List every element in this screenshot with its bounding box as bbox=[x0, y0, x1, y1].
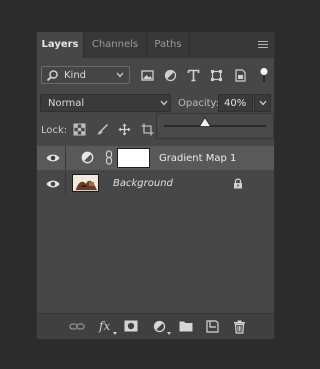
layer-filter-row: Kind bbox=[37, 65, 274, 87]
opacity-slider-thumb[interactable] bbox=[199, 117, 211, 127]
chevron-down-icon bbox=[160, 100, 168, 106]
opacity-slider-popup bbox=[156, 113, 274, 139]
lock-transparent-pixels-icon[interactable] bbox=[73, 123, 86, 136]
opacity-dropdown-button[interactable] bbox=[254, 94, 271, 112]
search-icon bbox=[46, 70, 58, 82]
layer-name[interactable]: Background bbox=[113, 178, 173, 189]
link-chain-icon[interactable] bbox=[105, 150, 113, 165]
layer-style-icon[interactable]: fx bbox=[99, 319, 110, 333]
layers-panel: Layers Channels Paths Kind Normal Opacit… bbox=[36, 31, 275, 339]
filter-kind-select[interactable]: Kind bbox=[41, 66, 130, 84]
adjustment-filter-icon[interactable] bbox=[164, 69, 177, 82]
opacity-input[interactable]: 40% bbox=[218, 94, 253, 112]
eye-icon[interactable] bbox=[46, 153, 60, 163]
type-filter-icon[interactable] bbox=[187, 69, 200, 82]
shape-filter-icon[interactable] bbox=[210, 69, 223, 82]
lock-position-icon[interactable] bbox=[118, 123, 131, 136]
blend-mode-value: Normal bbox=[48, 98, 85, 109]
image-filter-icon[interactable] bbox=[141, 69, 154, 82]
lock-image-pixels-icon[interactable] bbox=[96, 123, 109, 136]
layer-row-gradient-map[interactable]: Gradient Map 1 bbox=[37, 146, 274, 170]
lock-artboard-icon[interactable] bbox=[141, 123, 154, 136]
blend-opacity-row: Normal Opacity: 40% bbox=[37, 94, 274, 114]
add-mask-icon[interactable] bbox=[124, 320, 138, 332]
panel-tab-bar: Layers Channels Paths bbox=[37, 32, 274, 58]
filter-toggle-icon[interactable] bbox=[259, 67, 269, 83]
lock-icon[interactable] bbox=[233, 178, 243, 189]
eye-icon[interactable] bbox=[46, 179, 60, 189]
layer-mask-thumbnail[interactable] bbox=[117, 148, 150, 168]
opacity-slider-track[interactable] bbox=[164, 125, 266, 127]
new-adjustment-layer-icon[interactable] bbox=[153, 320, 167, 334]
adjustment-layer-icon[interactable] bbox=[81, 151, 94, 164]
layer-style-submenu-icon bbox=[113, 332, 117, 335]
layers-bottom-bar: fx bbox=[37, 313, 274, 339]
tab-channels[interactable]: Channels bbox=[84, 32, 146, 58]
lock-row: Lock: bbox=[37, 120, 157, 140]
layer-thumbnail[interactable] bbox=[72, 174, 99, 192]
panel-menu-icon[interactable] bbox=[258, 41, 268, 49]
new-group-icon[interactable] bbox=[179, 320, 193, 332]
chevron-down-icon bbox=[116, 72, 124, 78]
delete-layer-icon[interactable] bbox=[233, 320, 246, 334]
link-layers-icon[interactable] bbox=[69, 320, 85, 333]
layer-name[interactable]: Gradient Map 1 bbox=[159, 153, 236, 164]
tab-paths[interactable]: Paths bbox=[147, 32, 189, 58]
lock-label: Lock: bbox=[41, 125, 68, 136]
adjustment-submenu-icon bbox=[167, 332, 171, 335]
opacity-value: 40% bbox=[224, 98, 247, 109]
opacity-label: Opacity: bbox=[178, 98, 220, 109]
tab-layers[interactable]: Layers bbox=[37, 32, 83, 58]
layer-row-background[interactable]: Background bbox=[37, 172, 274, 196]
background-image-thumbnail bbox=[73, 175, 98, 191]
blend-mode-select[interactable]: Normal bbox=[40, 94, 171, 112]
chevron-down-icon bbox=[259, 100, 267, 106]
filter-kind-label: Kind bbox=[64, 70, 87, 81]
new-layer-icon[interactable] bbox=[206, 320, 219, 333]
smart-object-filter-icon[interactable] bbox=[234, 69, 247, 82]
